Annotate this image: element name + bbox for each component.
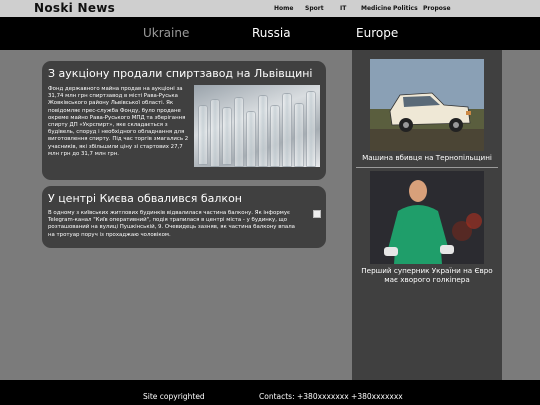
footer-copyright: Site copyrighted: [143, 392, 205, 401]
top-nav-sport[interactable]: Sport: [305, 5, 324, 12]
sidebar-caption[interactable]: Машина вбивця на Тернопільщині: [358, 153, 496, 162]
top-nav: Home Sport IT Medicine Politics Propose: [0, 5, 540, 15]
main-content: З аукціону продали спиртзавод на Львівщи…: [0, 50, 540, 380]
article-card[interactable]: У центрі Києва обвалився балкон В одному…: [42, 186, 326, 248]
top-nav-medicine[interactable]: Medicine: [361, 5, 391, 12]
article-card[interactable]: З аукціону продали спиртзавод на Львівщи…: [42, 61, 326, 180]
footer-contacts: Contacts: +380xxxxxxx +380xxxxxxx: [259, 392, 403, 401]
sidebar-divider: [356, 167, 498, 168]
article-title[interactable]: З аукціону продали спиртзавод на Львівщи…: [48, 67, 313, 80]
top-nav-it[interactable]: IT: [340, 5, 346, 12]
tab-europe[interactable]: Europe: [356, 26, 398, 40]
tab-russia[interactable]: Russia: [252, 26, 291, 40]
sub-nav: Ukraine Russia Europe: [0, 17, 540, 50]
sidebar-caption[interactable]: Перший суперник України на Євро має хвор…: [358, 266, 496, 284]
top-nav-propose[interactable]: Propose: [423, 5, 451, 12]
sidebar: Машина вбивця на Тернопільщині Перший су…: [352, 50, 502, 380]
sidebar-photo-car[interactable]: [370, 59, 484, 151]
article-title[interactable]: У центрі Києва обвалився балкон: [48, 192, 242, 205]
article-text: Фонд державного майна продав на аукціоні…: [48, 86, 189, 157]
top-nav-home[interactable]: Home: [274, 5, 293, 12]
top-bar: Noski News Home Sport IT Medicine Politi…: [0, 0, 540, 17]
article-text: В одному з київських житлових будинків в…: [48, 210, 295, 238]
tab-ukraine[interactable]: Ukraine: [143, 26, 189, 40]
broken-image-icon: [313, 210, 321, 218]
top-nav-politics[interactable]: Politics: [393, 5, 418, 12]
article-photo: [194, 85, 320, 167]
sidebar-photo-goalkeeper[interactable]: [370, 171, 484, 264]
footer: Site copyrighted Contacts: +380xxxxxxx +…: [0, 380, 540, 405]
